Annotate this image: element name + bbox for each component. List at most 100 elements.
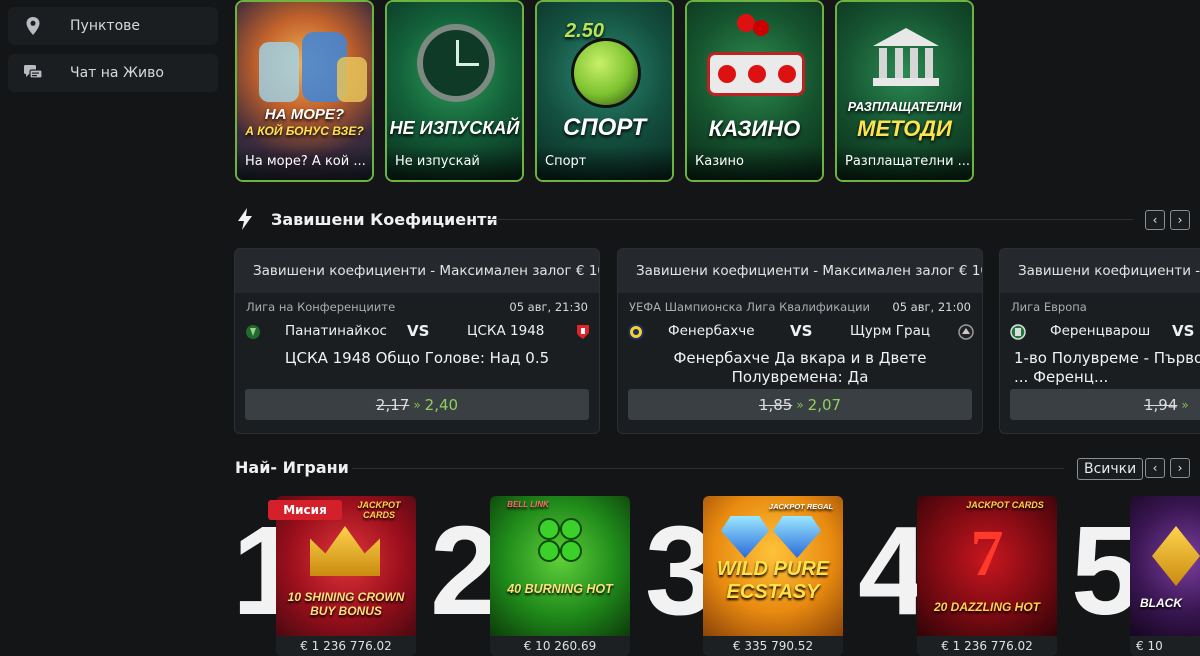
card-meta: Лига на Конференциите 05 авг, 21:30 [246, 300, 588, 314]
jackpot-provider-label: JACKPOT REGAL [768, 502, 834, 511]
boosted-next-button[interactable]: › [1170, 210, 1190, 230]
top-games-prev-button[interactable]: ‹ [1145, 458, 1165, 478]
section-divider [488, 219, 1133, 220]
match-teams: Фенербахче VS Щурм Грац [628, 321, 974, 343]
card-header: Завишени коефициенти - Максимален залог … [235, 249, 599, 293]
jackpot-amount: € 1 236 776.02 [917, 636, 1057, 656]
promo-tile-sea-bonus[interactable]: НА МОРЕ? А КОЙ БОНУС ВЗЕ? На море? А кой… [235, 0, 374, 182]
old-odds: 2,17 [375, 395, 410, 414]
promo-art-text: СПОРТ [562, 114, 646, 141]
promo-caption: Спорт [537, 146, 672, 180]
bet-description: ЦСКА 1948 Общо Голове: Над 0.5 [284, 349, 550, 367]
game-title: WILD PURE ECSTASY [716, 558, 830, 603]
match-teams: Панатинайкос VS ЦСКА 1948 [245, 321, 589, 343]
game-art [1130, 496, 1200, 636]
game-title: BLACK [1140, 596, 1182, 610]
game-tile[interactable]: BLACK € 10 [1130, 496, 1200, 656]
game-tile[interactable]: 40 BURNING HOT BELL LINK € 10 260.69 [490, 496, 630, 656]
card-header: Завишени коефициенти - Максимален залог … [618, 249, 982, 293]
league-name: Лига на Конференциите [246, 300, 396, 314]
odds-button[interactable]: 2,17 » 2,40 [245, 389, 589, 420]
promo-caption: Разплащателни ... [837, 146, 972, 180]
odds-button[interactable]: 1,94 » [1010, 389, 1200, 420]
promo-tile-casino[interactable]: КАЗИНО Казино [685, 0, 824, 182]
boosted-odds-card[interactable]: Завишени коефициенти - Максимален залог … [617, 248, 983, 434]
promo-caption: На море? А кой ... [237, 146, 372, 180]
home-team: Панатинайкос [285, 323, 387, 339]
team-crest-icon [245, 324, 261, 340]
sidebar-item-label: Пунктове [70, 18, 141, 34]
old-odds: 1,94 [1144, 395, 1178, 414]
game-title: 20 DAZZLING HOT [933, 600, 1040, 614]
diamond-icon [1152, 526, 1200, 586]
bet-description: Фенербахче Да вкара и в Двете Полувремен… [673, 349, 927, 386]
boosted-odds-card[interactable]: Завишени коефициенти - Максимален залог … [234, 248, 600, 434]
old-odds: 1,85 [758, 395, 793, 414]
promo-art-text: НЕ ИЗПУСКАЙ [389, 118, 520, 138]
jackpot-amount: € 10 260.69 [490, 636, 630, 656]
promo-tile-payment-methods[interactable]: РАЗПЛАЩАТЕЛНИ МЕТОДИ Разплащателни ... [835, 0, 974, 182]
match-teams: Ференцварош VS [1010, 321, 1200, 343]
top-games-next-button[interactable]: › [1170, 458, 1190, 478]
lightning-icon [237, 208, 253, 234]
team-crest-icon [628, 324, 644, 340]
sidebar-item-locations[interactable]: Пунктове [8, 7, 218, 45]
odds-button[interactable]: 1,85 » 2,07 [628, 389, 972, 420]
jackpot-amount: € 1 236 776.02 [276, 636, 416, 656]
chat-icon [8, 65, 58, 81]
section-title-boosted-odds: Завишени Коефициенти [271, 210, 498, 229]
vs-label: VS [790, 322, 813, 340]
boosted-prev-button[interactable]: ‹ [1145, 210, 1165, 230]
view-all-button[interactable]: Всички [1077, 458, 1144, 480]
arrow-right-icon: » [413, 397, 421, 412]
new-odds: 2,40 [424, 395, 459, 414]
promo-art-text: РАЗПЛАЩАТЕЛНИ [847, 100, 962, 114]
vs-label: VS [1172, 322, 1195, 340]
diamond-icon [773, 516, 821, 558]
away-team: Щурм Грац [850, 323, 931, 339]
game-tile[interactable]: 10 SHINING CROWN BUY BONUS JACKPOT CARDS… [276, 496, 416, 656]
slot-machine-icon [707, 52, 805, 96]
promo-tile-sport[interactable]: 2.50 СПОРТ Спорт [535, 0, 674, 182]
match-datetime: 05 авг, 21:00 [892, 300, 971, 314]
mission-badge: Мисия [268, 500, 342, 520]
bank-icon [873, 28, 939, 88]
promo-caption: Казино [687, 146, 822, 180]
game-title: 40 BURNING HOT [507, 582, 613, 596]
game-tile[interactable]: WILD PURE ECSTASY JACKPOT REGAL € 335 79… [703, 496, 843, 656]
promo-art-text: 2.50 [565, 20, 604, 42]
card-meta: УЕФА Шампионска Лига Квалификации 05 авг… [629, 300, 971, 314]
promo-art-text: КАЗИНО [708, 116, 801, 141]
diamond-icon [721, 516, 769, 558]
clock-icon [417, 24, 495, 102]
match-datetime: 05 авг, 21:30 [509, 300, 588, 314]
away-team: ЦСКА 1948 [467, 323, 545, 339]
sidebar-item-live-chat[interactable]: Чат на Живо [8, 54, 218, 92]
league-name: Лига Европа [1011, 300, 1087, 314]
boosted-odds-card[interactable]: Завишени коефициенти - Максимален залог … [999, 248, 1200, 434]
promo-art-text: НА МОРЕ? [264, 106, 345, 123]
game-tile[interactable]: 7 20 DAZZLING HOT JACKPOT CARDS € 1 236 … [917, 496, 1057, 656]
arrow-right-icon: » [1181, 397, 1189, 412]
promo-art-text: МЕТОДИ [857, 116, 952, 141]
section-divider [352, 468, 1064, 469]
seven-icon: 7 [970, 517, 1004, 590]
jackpot-provider-label: JACKPOT CARDS [966, 500, 1044, 510]
clover-icon [538, 518, 582, 562]
sidebar: Пунктове Чат на Живо [0, 0, 222, 656]
promo-tile-dont-miss[interactable]: НЕ ИЗПУСКАЙ Не изпускай [385, 0, 524, 182]
bet-description: 1-во Полувреме - Първо ... Ференц... [1014, 349, 1200, 386]
home-team: Ференцварош [1050, 323, 1151, 339]
section-title-top-games: Най- Играни [235, 458, 349, 477]
game-title: 10 SHINING CROWN BUY BONUS [287, 590, 405, 618]
team-crest-icon [575, 324, 591, 340]
game-art: 7 [917, 496, 1057, 636]
football-icon [571, 38, 641, 108]
jackpot-amount: € 10 [1130, 636, 1200, 656]
vs-label: VS [407, 322, 430, 340]
league-name: УЕФА Шампионска Лига Квалификации [629, 300, 870, 314]
arrow-right-icon: » [796, 397, 804, 412]
jackpot-provider-label: JACKPOT CARDS [357, 500, 401, 520]
team-crest-icon [1010, 324, 1026, 340]
promo-art-text: А КОЙ БОНУС ВЗЕ? [245, 124, 364, 138]
